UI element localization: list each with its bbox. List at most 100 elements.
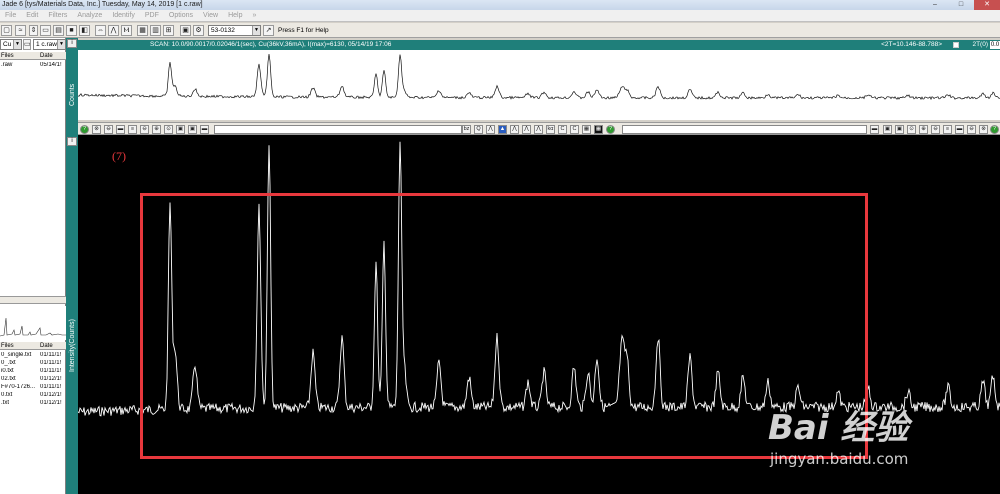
file-row[interactable]: i0.txt 01/11/1! — [0, 368, 66, 375]
top-plot-ylabel: Counts — [69, 83, 76, 106]
chevron-down-icon[interactable]: ▼ — [252, 26, 260, 35]
plus-icon[interactable]: ⊕ — [152, 125, 161, 134]
menu-identify[interactable]: Identify — [107, 10, 140, 22]
grid-icon[interactable]: ▦ — [594, 125, 603, 134]
stop-icon[interactable]: ⊗ — [92, 125, 101, 134]
peaks-icon[interactable]: ⋀ — [510, 125, 519, 134]
frame-icon[interactable]: ▣ — [883, 125, 892, 134]
plot-input-field[interactable] — [214, 125, 462, 134]
info-icon[interactable]: i — [67, 39, 77, 48]
peaks-icon[interactable]: ⋀ — [534, 125, 543, 134]
menu-options[interactable]: Options — [164, 10, 198, 22]
open-icon[interactable]: ▢ — [1, 25, 12, 36]
file-row[interactable]: 0_single.txt 01/11/1! — [0, 352, 66, 359]
file-combo[interactable]: 1 c.raw ▼ — [33, 39, 66, 50]
pdf-card-value: 53-0132 — [211, 27, 235, 34]
zoom-icon[interactable]: ⊙ — [907, 125, 916, 134]
menu-view[interactable]: View — [198, 10, 223, 22]
pdf-card-combo[interactable]: 53-0132 ▼ — [208, 25, 261, 36]
text-icon[interactable]: bz — [462, 125, 471, 134]
peak-icon[interactable]: ⋀ — [486, 125, 495, 134]
two-theta-range: <2T=10.146-88.788> — [881, 41, 942, 48]
folder-icon[interactable]: ▭ — [23, 39, 31, 50]
save-icon[interactable]: ■ — [66, 25, 77, 36]
zoom-icon[interactable]: ⊙ — [164, 125, 173, 134]
scan-icon[interactable]: ≈ — [15, 25, 26, 36]
plus-icon[interactable]: ⊕ — [919, 125, 928, 134]
peaks-icon[interactable]: ▲ — [498, 125, 507, 134]
chevron-down-icon[interactable]: ▼ — [13, 40, 21, 49]
menu-help[interactable]: Help — [223, 10, 247, 22]
folder-icon[interactable]: ▭ — [40, 25, 51, 36]
list-icon[interactable]: ≡ — [128, 125, 137, 134]
info-icon[interactable]: i — [67, 137, 77, 146]
date-col-header[interactable]: Date — [40, 342, 53, 349]
overlay-icon[interactable]: ⊞ — [163, 25, 174, 36]
plot-input-field-right[interactable] — [622, 125, 867, 134]
files-col-header[interactable]: Files — [1, 52, 14, 59]
help-icon[interactable]: ? — [990, 125, 999, 134]
file-row[interactable]: .raw 05/14/1! — [0, 62, 66, 69]
menu-pdf[interactable]: PDF — [140, 10, 164, 22]
frame-icon[interactable]: ▣ — [176, 125, 185, 134]
frame-icon[interactable]: ▣ — [188, 125, 197, 134]
menu-overflow[interactable]: » — [247, 10, 261, 22]
c-icon[interactable]: C — [570, 125, 579, 134]
grid-icon[interactable]: ▦ — [582, 125, 591, 134]
theta-checkbox[interactable] — [953, 42, 959, 48]
chevron-down-icon[interactable]: ▼ — [57, 40, 65, 49]
minimize-button[interactable]: – — [922, 0, 948, 10]
file-row[interactable]: 0_.txt 01/11/1! — [0, 360, 66, 367]
search-icon[interactable]: Q — [474, 125, 483, 134]
minus-icon[interactable]: ⊖ — [931, 125, 940, 134]
file-name: 0_single.txt — [1, 352, 32, 358]
menu-edit[interactable]: Edit — [21, 10, 43, 22]
bar-icon[interactable]: ▬ — [116, 125, 125, 134]
kα-icon[interactable]: kα — [546, 125, 555, 134]
pane-splitter[interactable] — [0, 296, 66, 304]
help-arrow-icon[interactable]: ↗ — [263, 25, 274, 36]
file-name: 0.txt — [1, 392, 13, 398]
pattern-icon[interactable]: Ⲙ — [121, 25, 132, 36]
stop-icon[interactable]: ⊗ — [979, 125, 988, 134]
bar-icon[interactable]: ▬ — [955, 125, 964, 134]
file-name: .txt — [1, 400, 10, 406]
minus-icon[interactable]: ⊖ — [140, 125, 149, 134]
list-icon[interactable]: ≡ — [943, 125, 952, 134]
file-row[interactable]: 02.txt 01/12/1! — [0, 376, 66, 383]
file-row[interactable]: .txt 01/12/1! — [0, 400, 66, 407]
file-combo-value: 1 c.raw — [36, 41, 57, 48]
menu-file[interactable]: File — [0, 10, 21, 22]
theta-value[interactable]: 0.0 — [990, 41, 1000, 49]
date-col-header[interactable]: Date — [40, 52, 53, 59]
files-col-header[interactable]: Files — [1, 342, 14, 349]
radiation-combo[interactable]: Cu ▼ — [0, 39, 22, 50]
minus-icon[interactable]: ⊖ — [967, 125, 976, 134]
zoom-in-icon[interactable]: ⇔ — [95, 25, 106, 36]
plot-toolbar: ? ⊗ ⊖ ▬ ≡ ⊖ ⊕ ⊙ ▣ ▣ ▬ bz Q ⋀ ▲ ⋀ ⋀ ⋀ kα … — [78, 122, 1000, 135]
bar-icon[interactable]: ▬ — [870, 125, 879, 134]
frame-icon[interactable]: ▣ — [895, 125, 904, 134]
menu-filters[interactable]: Filters — [43, 10, 72, 22]
grid-icon[interactable]: ▦ — [137, 25, 148, 36]
file-row[interactable]: 0.txt 01/12/1! — [0, 392, 66, 399]
help-icon[interactable]: ? — [606, 125, 615, 134]
peak-icon[interactable]: ⋀ — [108, 25, 119, 36]
file-name: 02.txt — [1, 376, 16, 382]
gear-icon[interactable]: ⚙ — [193, 25, 204, 36]
c-icon[interactable]: C — [558, 125, 567, 134]
export-icon[interactable]: ◧ — [79, 25, 90, 36]
bar-icon[interactable]: ▬ — [200, 125, 209, 134]
menu-analyze[interactable]: Analyze — [72, 10, 107, 22]
peaks-icon[interactable]: ⋀ — [522, 125, 531, 134]
overview-plot[interactable] — [78, 50, 1000, 120]
bars-icon[interactable]: ▥ — [150, 25, 161, 36]
print-icon[interactable]: ▤ — [53, 25, 64, 36]
minus-icon[interactable]: ⊖ — [104, 125, 113, 134]
help-icon[interactable]: ? — [80, 125, 89, 134]
sort-icon[interactable]: ⇕ — [29, 25, 38, 36]
maximize-button[interactable]: □ — [948, 0, 974, 10]
close-button[interactable]: ✕ — [974, 0, 1000, 10]
file-row[interactable]: F#70-1726... 01/11/1! — [0, 384, 66, 391]
calc-icon[interactable]: ▣ — [180, 25, 191, 36]
